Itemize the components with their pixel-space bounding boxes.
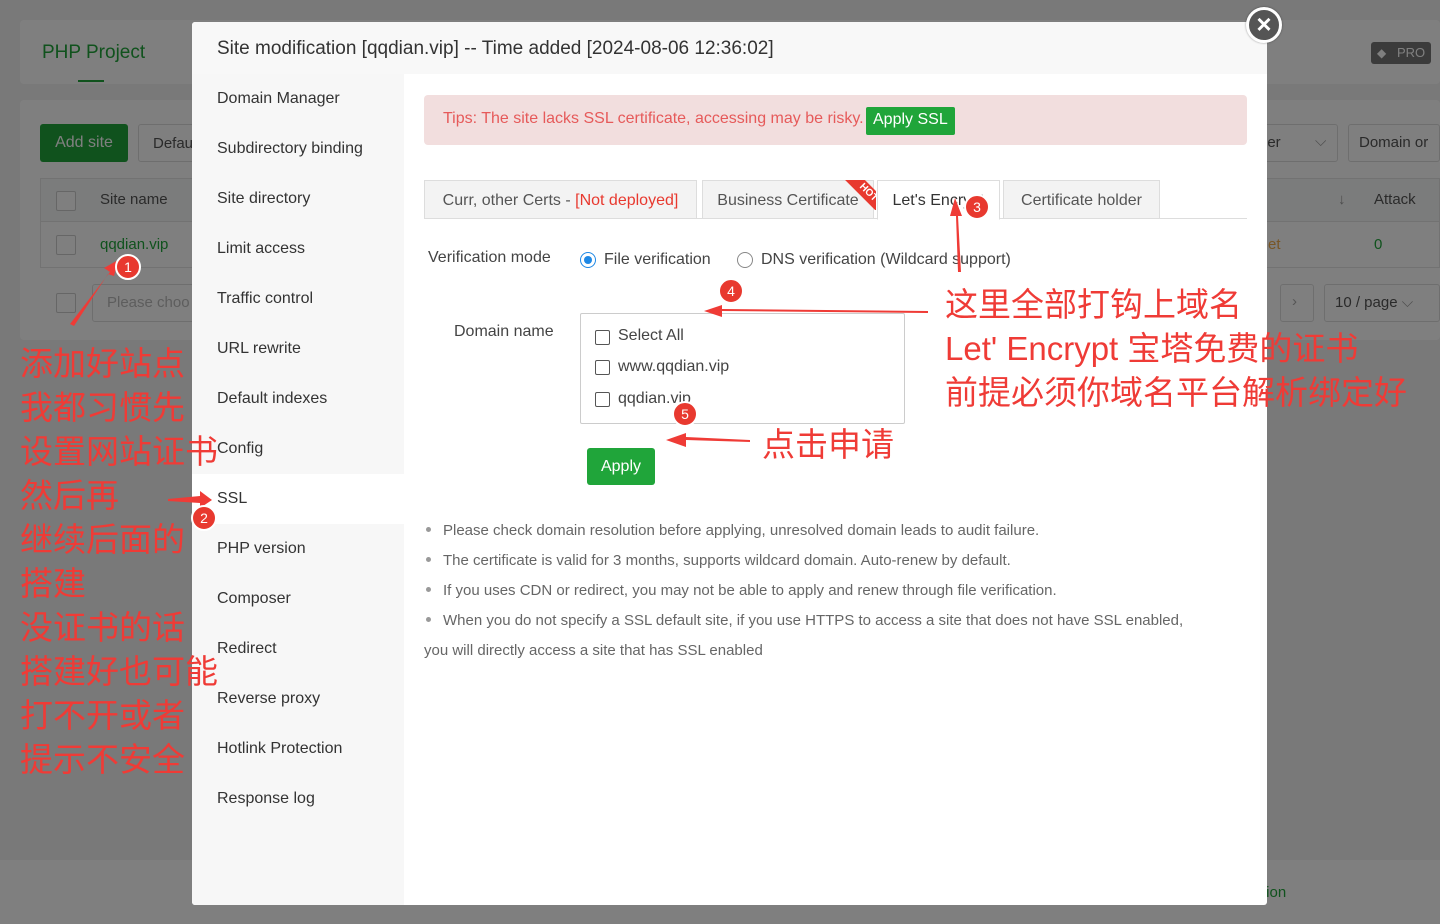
dns-verification-label[interactable]: DNS verification (Wildcard support)	[761, 251, 1011, 269]
ssl-content: Tips: The site lacks SSL certificate, ac…	[404, 74, 1267, 905]
apply-ssl-button[interactable]: Apply SSL	[866, 107, 955, 135]
file-verification-radio[interactable]	[580, 252, 596, 268]
annotation-line: 打不开或者	[20, 697, 185, 734]
right-annotation-line-1: 这里全部打钩上域名	[945, 286, 1242, 323]
sidebar-item-php-version[interactable]: PHP version	[192, 524, 404, 574]
domain-checkbox[interactable]	[595, 392, 610, 407]
ssl-warning-tip: Tips: The site lacks SSL certificate, ac…	[424, 95, 1247, 145]
domain-name-label: Domain name	[454, 323, 554, 340]
bullet	[426, 587, 431, 592]
close-icon[interactable]: ×	[1246, 7, 1282, 43]
step-badge-3: 3	[964, 194, 990, 220]
note-text: If you uses CDN or redirect, you may not…	[443, 582, 1057, 599]
select-all-checkbox[interactable]	[595, 330, 610, 345]
domain-list: Select All www.qqdian.vip qqdian.vip	[580, 313, 905, 424]
annotation-line: 提示不安全	[20, 741, 185, 778]
domain-label[interactable]: www.qqdian.vip	[618, 358, 729, 376]
note-text: The certificate is valid for 3 months, s…	[443, 552, 1011, 569]
left-annotation: 添加好站点 我都习惯先 设置网站证书 然后再 继续后面的 搭建 没证书的话 搭建…	[20, 342, 218, 782]
note-item: The certificate is valid for 3 months, s…	[424, 552, 1011, 569]
hot-label: HOT	[841, 180, 876, 210]
note-item: When you do not specify a SSL default si…	[424, 612, 1183, 629]
site-modification-dialog: Site modification [qqdian.vip] -- Time a…	[192, 22, 1267, 905]
sidebar-item-default-indexes[interactable]: Default indexes	[192, 374, 404, 424]
dialog-title: Site modification [qqdian.vip] -- Time a…	[192, 22, 1267, 74]
tab-current-certs[interactable]: Curr, other Certs - [Not deployed]	[424, 180, 697, 219]
apply-annotation: 点击申请	[762, 426, 894, 463]
annotation-line: 我都习惯先	[20, 389, 185, 426]
tip-text: Tips: The site lacks SSL certificate, ac…	[443, 110, 864, 127]
annotation-line: 然后再	[20, 477, 119, 514]
sidebar-item-reverse-proxy[interactable]: Reverse proxy	[192, 674, 404, 724]
bullet	[426, 527, 431, 532]
sidebar-item-domain-manager[interactable]: Domain Manager	[192, 74, 404, 124]
step-badge-4: 4	[718, 278, 744, 304]
annotation-line: 添加好站点	[20, 345, 185, 382]
sidebar-item-response-log[interactable]: Response log	[192, 774, 404, 824]
file-verification-label[interactable]: File verification	[604, 251, 711, 269]
note-item: If you uses CDN or redirect, you may not…	[424, 582, 1057, 599]
verification-mode-label: Verification mode	[428, 249, 551, 266]
annotation-line: 设置网站证书	[20, 433, 218, 470]
sidebar-item-config[interactable]: Config	[192, 424, 404, 474]
sidebar-item-subdirectory-binding[interactable]: Subdirectory binding	[192, 124, 404, 174]
sidebar-item-url-rewrite[interactable]: URL rewrite	[192, 324, 404, 374]
sidebar-item-traffic-control[interactable]: Traffic control	[192, 274, 404, 324]
bullet	[426, 557, 431, 562]
hot-ribbon: HOT	[834, 180, 876, 210]
note-text: When you do not specify a SSL default si…	[443, 612, 1184, 629]
annotation-line: 搭建	[20, 565, 86, 602]
note-text: Please check domain resolution before ap…	[443, 522, 1040, 539]
sidebar-item-site-directory[interactable]: Site directory	[192, 174, 404, 224]
right-annotation-line-3: 前提必须你域名平台解析绑定好	[945, 374, 1407, 411]
tab-certificate-holder[interactable]: Certificate holder	[1003, 180, 1160, 219]
settings-sidebar: Domain Manager Subdirectory binding Site…	[192, 74, 404, 905]
sidebar-item-composer[interactable]: Composer	[192, 574, 404, 624]
note-item: Please check domain resolution before ap…	[424, 522, 1039, 539]
sidebar-item-ssl[interactable]: SSL	[192, 474, 404, 524]
domain-checkbox[interactable]	[595, 360, 610, 375]
annotation-line: 继续后面的	[20, 521, 185, 558]
note-continuation: you will directly access a site that has…	[424, 642, 763, 659]
dns-verification-radio[interactable]	[737, 252, 753, 268]
tab-current-certs-label: Curr, other Certs -	[442, 192, 576, 209]
bullet	[426, 617, 431, 622]
sidebar-item-hotlink-protection[interactable]: Hotlink Protection	[192, 724, 404, 774]
step-badge-1: 1	[115, 254, 141, 280]
step-badge-5: 5	[672, 401, 698, 427]
sidebar-item-redirect[interactable]: Redirect	[192, 624, 404, 674]
annotation-line: 没证书的话	[20, 609, 185, 646]
annotation-line: 搭建好也可能	[20, 653, 218, 690]
not-deployed-status: [Not deployed]	[575, 192, 679, 209]
sidebar-item-limit-access[interactable]: Limit access	[192, 224, 404, 274]
right-annotation-line-2: Let' Encrypt 宝塔免费的证书	[945, 330, 1359, 367]
apply-button[interactable]: Apply	[587, 448, 655, 485]
select-all-label[interactable]: Select All	[618, 327, 684, 345]
